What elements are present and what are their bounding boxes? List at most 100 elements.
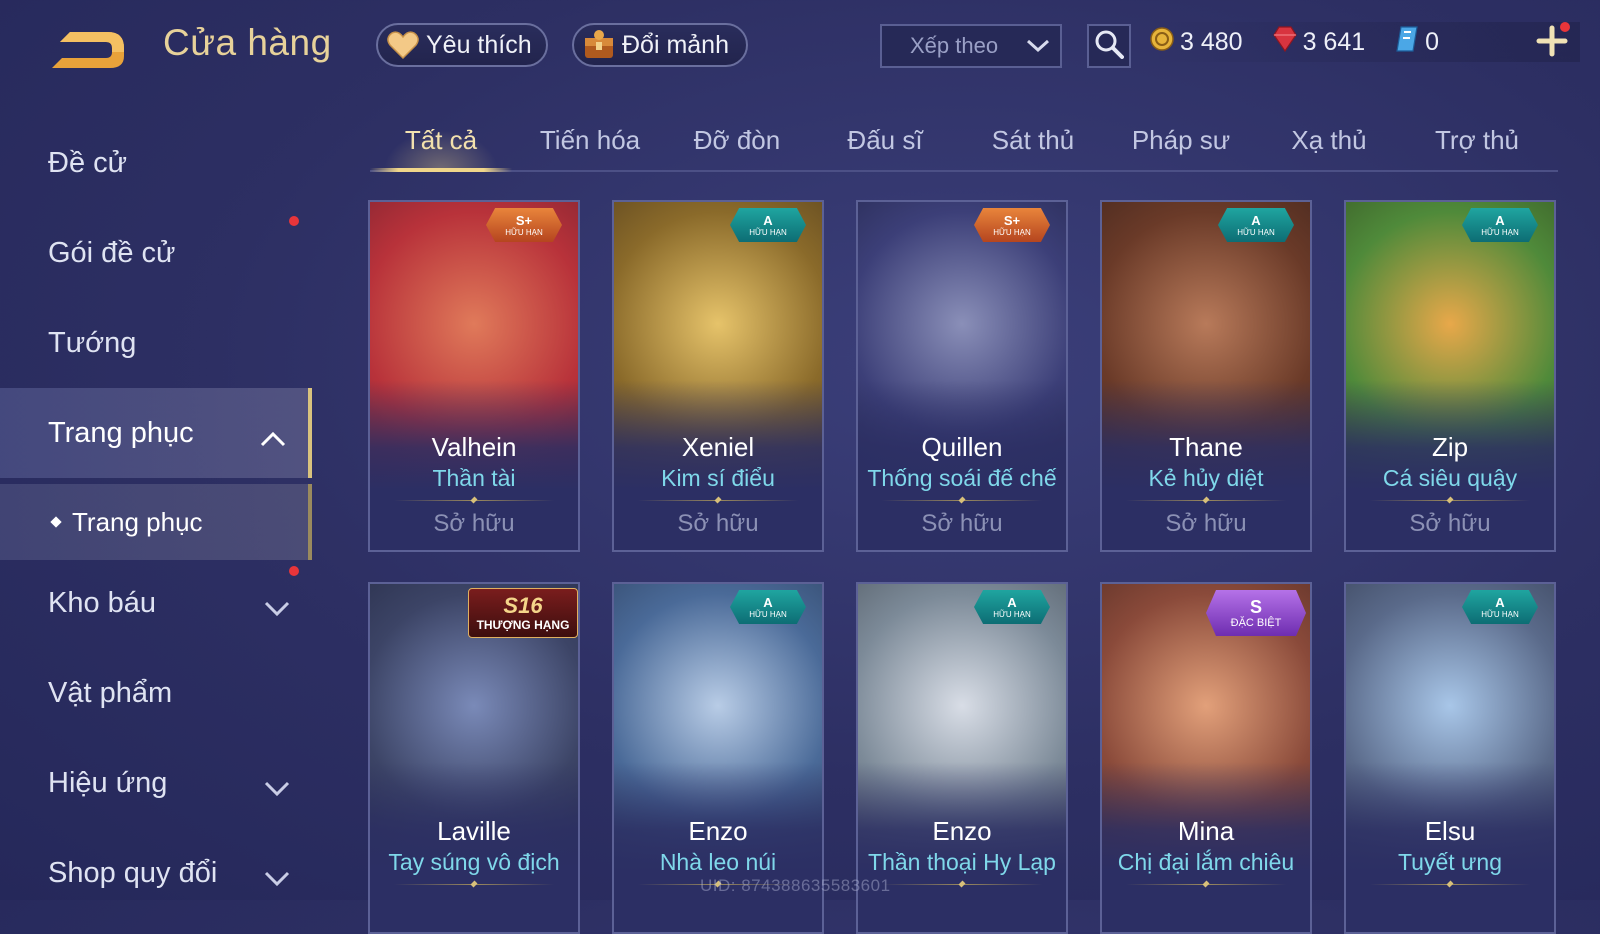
- hero-name: Laville: [437, 816, 511, 846]
- skin-name: Thần thoại Hy Lạp: [868, 849, 1056, 875]
- grade-badge: S16 THƯỢNG HẠNG: [468, 588, 578, 638]
- tab-all[interactable]: Tất cả: [370, 110, 512, 172]
- owned-status: Sở hữu: [433, 510, 515, 537]
- grade-badge: S ĐẶC BIỆT: [1206, 590, 1306, 636]
- page-title: Cửa hàng: [163, 22, 332, 63]
- currency-bar: 3 480 3 641 0: [1150, 22, 1580, 62]
- gold-amount: 3 480: [1180, 27, 1243, 56]
- hero-name: Zip: [1431, 432, 1469, 462]
- sidebar-item-label: Vật phẩm: [48, 676, 173, 709]
- skin-name: Cá siêu quậy: [1382, 465, 1518, 491]
- tab-mage[interactable]: Pháp sư: [1110, 110, 1252, 170]
- notification-dot: [289, 216, 299, 226]
- skin-card[interactable]: S+ HỮU HẠN Quillen Thống soái đế chế Sở …: [856, 200, 1068, 552]
- sidebar-item-skins[interactable]: Trang phục: [0, 388, 312, 478]
- skin-card[interactable]: A HỮU HẠN Xeniel Kim sí điểu Sở hữu: [612, 200, 824, 552]
- skin-name: Tay súng vô địch: [388, 849, 560, 875]
- skin-grid: S+ HỮU HẠN Valhein Thần tài Sở hữu A HỮU…: [368, 200, 1568, 934]
- ruby-gem-icon: [1272, 25, 1297, 59]
- tab-support[interactable]: Trợ thủ: [1406, 110, 1548, 170]
- sort-dropdown[interactable]: Xếp theo: [880, 24, 1062, 68]
- notification-dot: [1560, 22, 1570, 32]
- sidebar-subitem-skins[interactable]: Trang phục: [0, 484, 312, 560]
- voucher-amount: 0: [1425, 27, 1440, 56]
- owned-status: Sở hữu: [1409, 510, 1491, 537]
- category-tabs: Tất cả Tiến hóa Đỡ đòn Đấu sĩ Sát thủ Ph…: [370, 110, 1558, 172]
- skin-card[interactable]: A HỮU HẠN Zip Cá siêu quậy Sở hữu: [1344, 200, 1556, 552]
- sidebar-item-exchange-shop[interactable]: Shop quy đổi: [0, 828, 312, 918]
- sidebar-item-heroes[interactable]: Tướng: [0, 298, 312, 388]
- hero-name: Xeniel: [681, 432, 755, 462]
- search-icon: [1094, 29, 1124, 64]
- skin-card[interactable]: A HỮU HẠN Thane Kẻ hủy diệt Sở hữu: [1100, 200, 1312, 552]
- gold-coin-icon: [1150, 26, 1174, 58]
- chevron-down-icon: [264, 862, 290, 895]
- tab-assassin[interactable]: Sát thủ: [962, 110, 1104, 170]
- grade-badge: A HỮU HẠN: [730, 208, 806, 242]
- skin-name: Thống soái đế chế: [867, 465, 1057, 491]
- tab-evolution[interactable]: Tiến hóa: [520, 110, 660, 170]
- sidebar-item-featured-packs[interactable]: Gói đề cử: [0, 208, 312, 298]
- user-id-watermark: UID: 874388635583601: [700, 876, 891, 895]
- chevron-down-icon: [264, 772, 290, 805]
- back-icon[interactable]: [48, 26, 128, 72]
- grade-badge: A HỮU HẠN: [1462, 208, 1538, 242]
- heart-icon: [386, 28, 420, 62]
- gold-currency: 3 480: [1150, 26, 1243, 58]
- chevron-down-icon: [264, 592, 290, 625]
- tab-tank[interactable]: Đỡ đòn: [666, 110, 808, 170]
- skin-name: Thần tài: [432, 465, 516, 491]
- hero-name: Thane: [1169, 432, 1243, 462]
- diamond-bullet-icon: [50, 516, 62, 528]
- skin-card[interactable]: S+ HỮU HẠN Valhein Thần tài Sở hữu: [368, 200, 580, 552]
- sidebar-item-label: Shop quy đổi: [48, 856, 218, 889]
- owned-status: Sở hữu: [921, 510, 1003, 537]
- grade-badge: S+ HỮU HẠN: [486, 208, 562, 242]
- chevron-down-icon: [1026, 33, 1050, 59]
- treasure-chest-icon: [582, 28, 616, 62]
- grade-badge: A HỮU HẠN: [730, 590, 806, 624]
- skin-card[interactable]: S ĐẶC BIỆT Mina Chị đại lắm chiêu: [1100, 582, 1312, 934]
- hero-name: Mina: [1177, 816, 1235, 846]
- sort-label: Xếp theo: [910, 33, 999, 58]
- sidebar: Đề cử Gói đề cử Tướng Trang phục Trang p…: [0, 110, 312, 900]
- hero-name: Enzo: [932, 816, 992, 846]
- skin-card[interactable]: S16 THƯỢNG HẠNG Laville Tay súng vô địch: [368, 582, 580, 934]
- hero-name: Valhein: [431, 432, 517, 462]
- favorite-button[interactable]: Yêu thích: [376, 23, 548, 67]
- sidebar-item-label: Gói đề cử: [48, 236, 176, 269]
- hero-name: Quillen: [921, 432, 1003, 462]
- sidebar-item-label: Kho báu: [48, 586, 157, 619]
- sidebar-item-label: Tướng: [48, 326, 137, 359]
- favorite-label: Yêu thích: [426, 30, 532, 59]
- skin-name: Kim sí điểu: [661, 465, 775, 491]
- sidebar-item-label: Đề cử: [48, 146, 128, 179]
- ruby-currency: 3 641: [1272, 25, 1365, 59]
- voucher-icon: [1395, 25, 1419, 59]
- owned-status: Sở hữu: [1165, 510, 1247, 537]
- shard-label: Đổi mảnh: [622, 30, 729, 59]
- sidebar-item-label: Trang phục: [48, 416, 194, 449]
- owned-status: Sở hữu: [677, 510, 759, 537]
- grade-badge: A HỮU HẠN: [1218, 208, 1294, 242]
- hero-name: Enzo: [688, 816, 748, 846]
- sidebar-item-featured[interactable]: Đề cử: [0, 118, 312, 208]
- sidebar-item-items[interactable]: Vật phẩm: [0, 648, 312, 738]
- shard-exchange-button[interactable]: Đổi mảnh: [572, 23, 748, 67]
- sidebar-item-label: Hiệu ứng: [48, 766, 168, 799]
- chevron-up-icon: [260, 422, 286, 455]
- tab-marksman[interactable]: Xạ thủ: [1258, 110, 1400, 170]
- grade-badge: A HỮU HẠN: [974, 590, 1050, 624]
- grade-badge: S+ HỮU HẠN: [974, 208, 1050, 242]
- skin-name: Chị đại lắm chiêu: [1117, 849, 1295, 875]
- skin-card[interactable]: A HỮU HẠN Elsu Tuyết ưng: [1344, 582, 1556, 934]
- sidebar-item-effects[interactable]: Hiệu ứng: [0, 738, 312, 828]
- search-button[interactable]: [1087, 24, 1131, 68]
- skin-name: Kẻ hủy diệt: [1148, 465, 1264, 491]
- skin-name: Tuyết ưng: [1397, 849, 1503, 875]
- sidebar-item-treasure[interactable]: Kho báu: [0, 558, 312, 648]
- hero-name: Elsu: [1424, 816, 1476, 846]
- sidebar-subitem-label: Trang phục: [72, 506, 203, 537]
- voucher-currency: 0: [1395, 25, 1440, 59]
- tab-fighter[interactable]: Đấu sĩ: [814, 110, 956, 170]
